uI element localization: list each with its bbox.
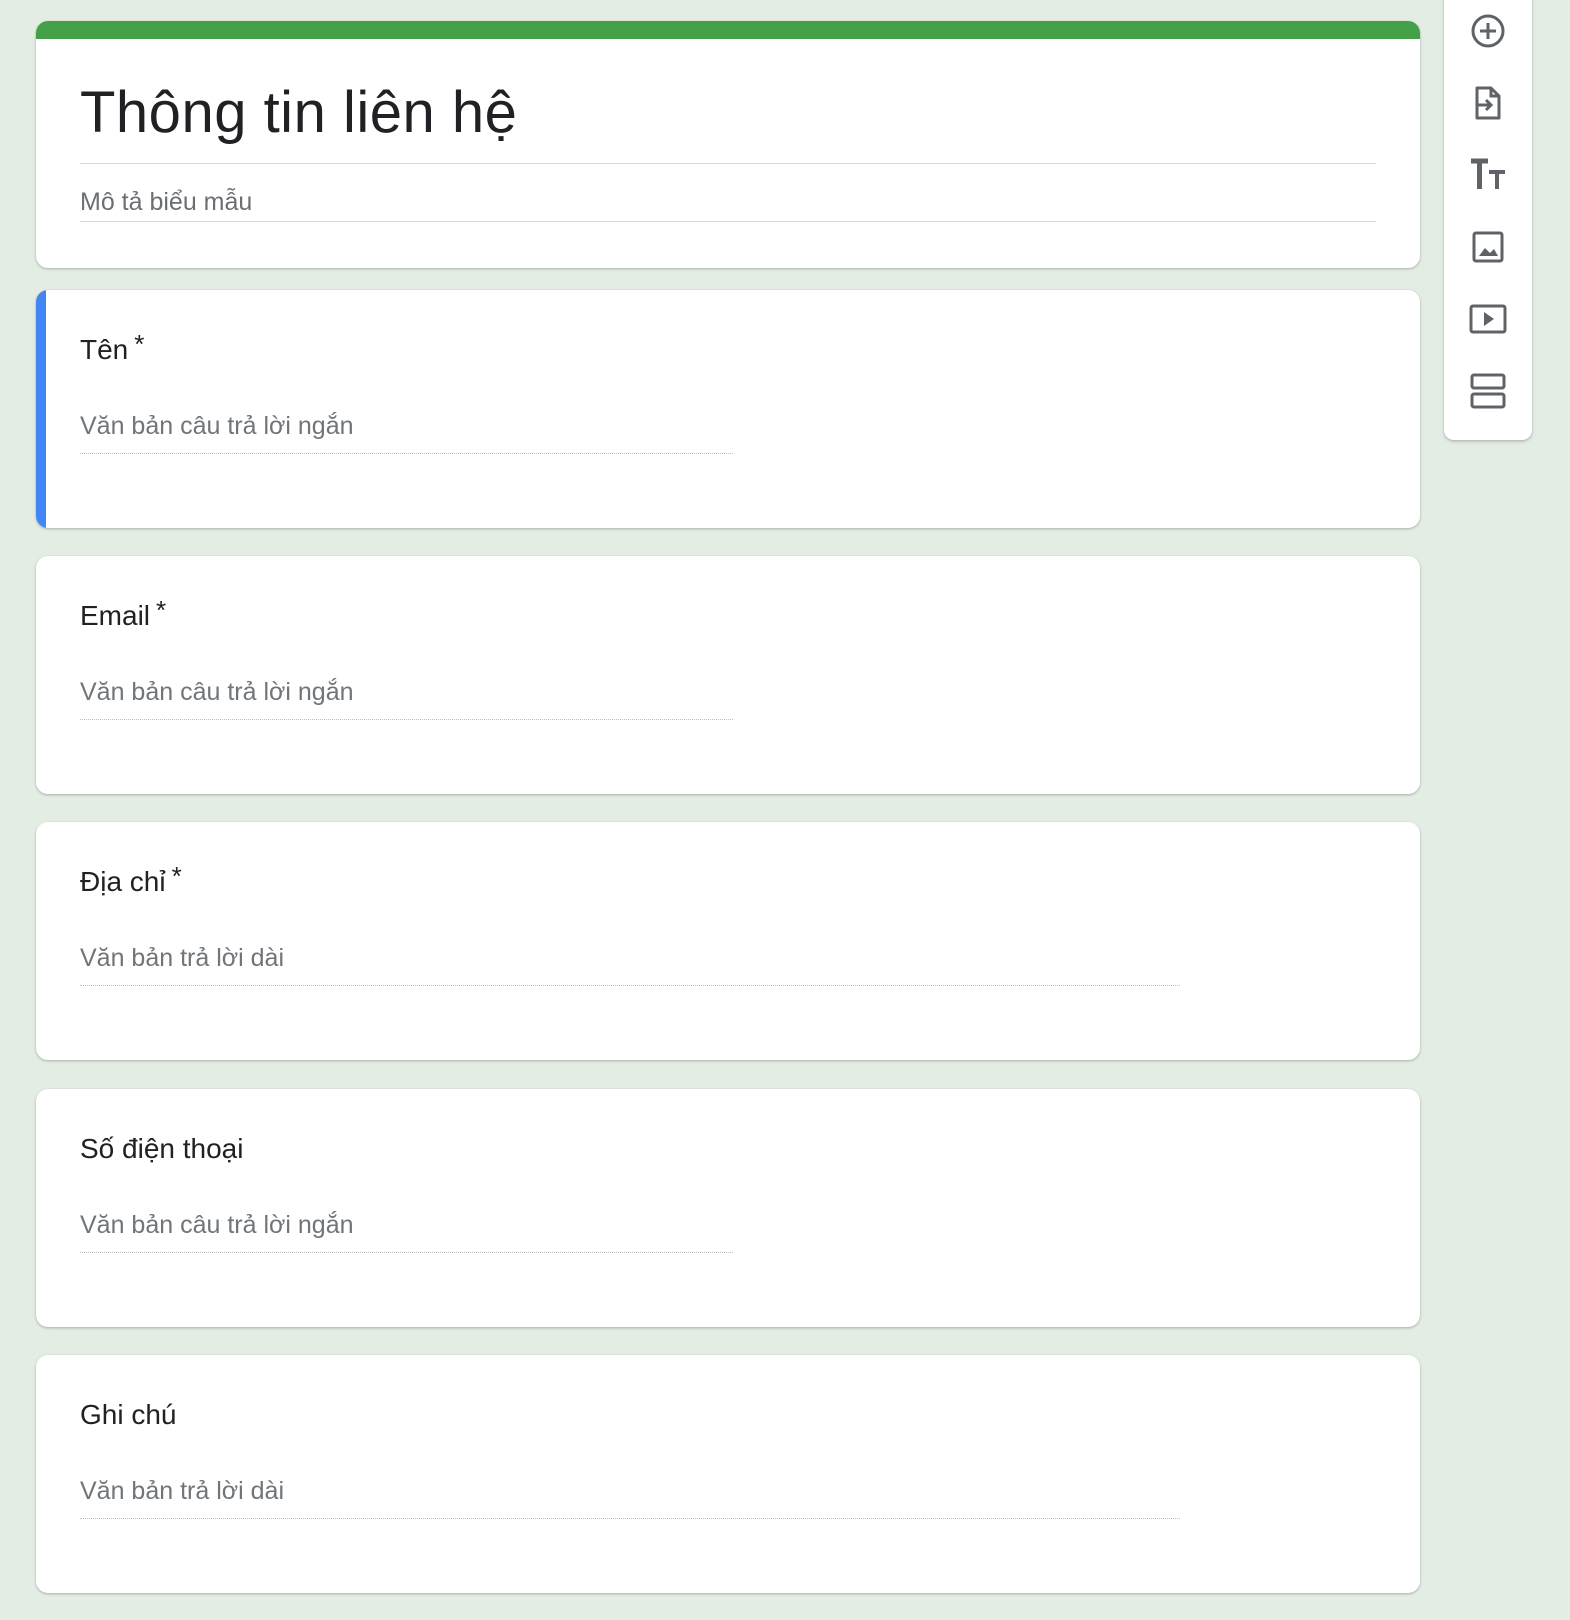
form-description[interactable]: Mô tả biểu mẫu [80, 188, 252, 217]
import-questions-button[interactable] [1464, 79, 1512, 127]
question-card-ghi-chu[interactable]: Ghi chú Văn bản trả lời dài [36, 1355, 1420, 1593]
question-title[interactable]: Số điện thoại [80, 1133, 249, 1165]
short-answer-placeholder: Văn bản câu trả lời ngắn [80, 678, 733, 720]
add-video-icon [1469, 304, 1507, 334]
add-section-button[interactable] [1464, 367, 1512, 415]
long-answer-placeholder: Văn bản trả lời dài [80, 944, 1180, 986]
question-title[interactable]: Email * [80, 595, 166, 632]
add-question-icon [1471, 14, 1505, 48]
question-title-text: Tên [80, 334, 129, 365]
question-card-dia-chi[interactable]: Địa chỉ * Văn bản trả lời dài [36, 822, 1420, 1060]
question-title[interactable]: Ghi chú [80, 1399, 183, 1431]
add-title-button[interactable] [1464, 151, 1512, 199]
add-title-icon [1471, 158, 1505, 189]
add-image-icon [1472, 231, 1504, 263]
question-title-text: Ghi chú [80, 1399, 177, 1430]
description-underline [80, 221, 1376, 222]
title-underline [80, 163, 1376, 164]
add-image-button[interactable] [1464, 223, 1512, 271]
add-video-button[interactable] [1464, 295, 1512, 343]
form-header-card: Thông tin liên hệ Mô tả biểu mẫu [36, 21, 1420, 268]
question-card-ten[interactable]: Tên * Văn bản câu trả lời ngắn [36, 290, 1420, 528]
required-asterisk: * [171, 861, 182, 891]
required-asterisk: * [156, 595, 167, 625]
add-question-button[interactable] [1464, 7, 1512, 55]
question-title-text: Số điện thoại [80, 1133, 244, 1164]
add-section-icon [1470, 373, 1506, 409]
floating-toolbar [1444, 0, 1532, 440]
question-title-text: Địa chỉ [80, 866, 166, 897]
import-questions-icon [1475, 86, 1501, 120]
form-title[interactable]: Thông tin liên hệ [80, 79, 517, 146]
question-title[interactable]: Địa chỉ * [80, 861, 182, 898]
short-answer-placeholder: Văn bản câu trả lời ngắn [80, 1211, 733, 1253]
short-answer-placeholder: Văn bản câu trả lời ngắn [80, 412, 733, 454]
question-title[interactable]: Tên * [80, 329, 144, 366]
form-accent-bar [36, 21, 1420, 39]
required-asterisk: * [134, 329, 145, 359]
long-answer-placeholder: Văn bản trả lời dài [80, 1477, 1180, 1519]
question-card-so-dien-thoai[interactable]: Số điện thoại Văn bản câu trả lời ngắn [36, 1089, 1420, 1327]
question-title-text: Email [80, 600, 151, 631]
question-card-email[interactable]: Email * Văn bản câu trả lời ngắn [36, 556, 1420, 794]
